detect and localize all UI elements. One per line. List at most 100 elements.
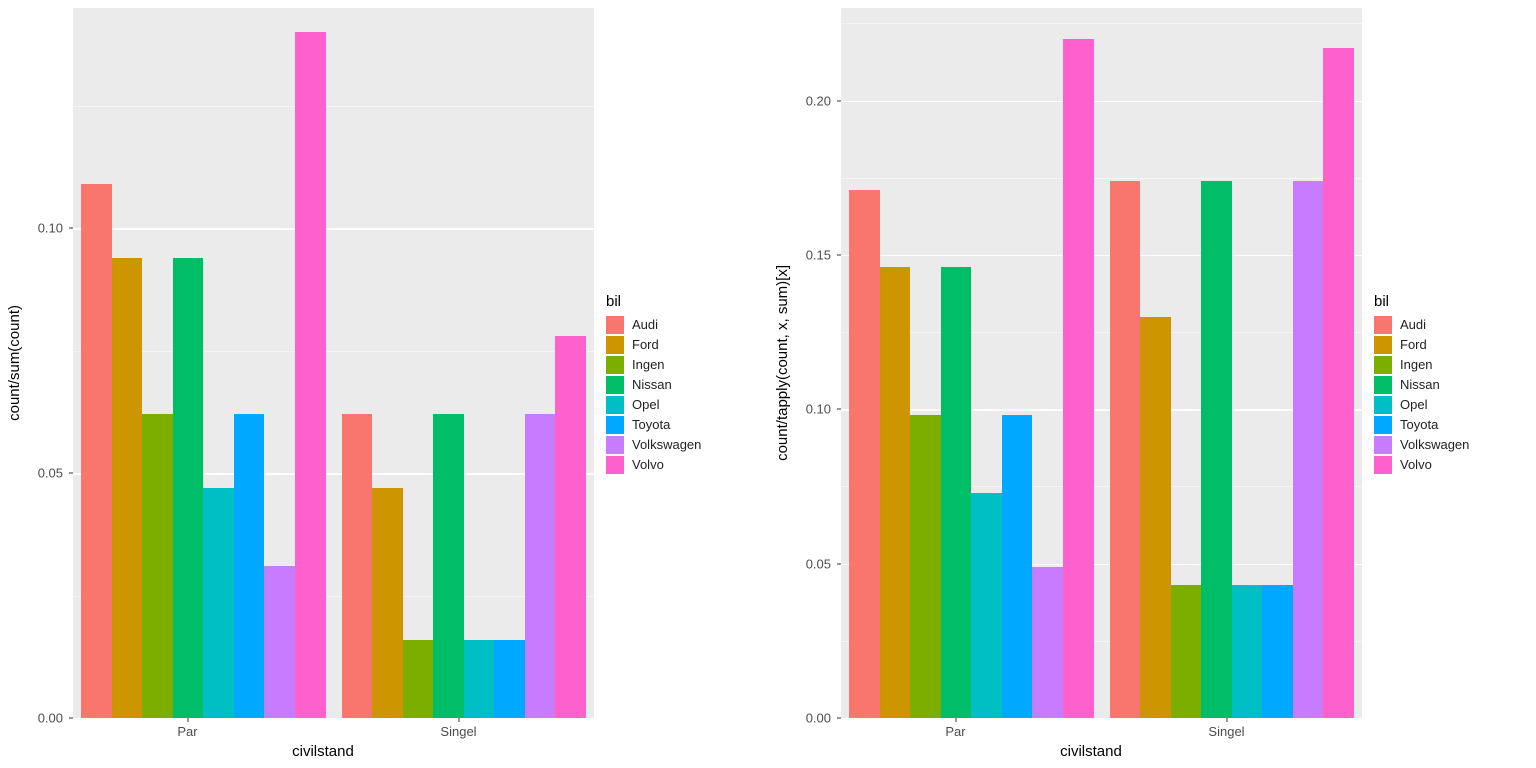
x-axis-title: civilstand xyxy=(52,739,594,760)
y-axis-title: count/tapply(count, x, sum)[x] xyxy=(772,265,793,461)
y-tick: 0.15 xyxy=(806,247,841,262)
bars-layer xyxy=(841,8,1362,718)
panel-left: count/sum(count) 0.000.050.10 ParSingel … xyxy=(0,0,768,768)
y-tick: 0.05 xyxy=(38,466,73,481)
legend: bil Audi Ford Ingen Nissan Opel Toyota Volkswa… xyxy=(594,283,764,486)
bar-volvo xyxy=(555,336,586,718)
legend-label: Volvo xyxy=(1400,457,1432,472)
legend-label: Nissan xyxy=(632,377,672,392)
bar-audi xyxy=(849,190,880,718)
y-tick-label: 0.05 xyxy=(806,556,837,571)
legend-item-opel: Opel xyxy=(1374,396,1528,414)
bar-group xyxy=(841,8,1102,718)
y-tick: 0.05 xyxy=(806,556,841,571)
legend-item-volkswagen: Volkswagen xyxy=(1374,436,1528,454)
bar-audi xyxy=(342,414,373,718)
y-axis-title: count/sum(count) xyxy=(4,305,25,421)
legend-title: bil xyxy=(606,293,760,310)
bar-nissan xyxy=(941,267,972,718)
y-tick-label: 0.10 xyxy=(38,221,69,236)
legend-swatch xyxy=(1374,456,1392,474)
legend-item-ingen: Ingen xyxy=(1374,356,1528,374)
bar-group xyxy=(73,8,334,718)
legend-label: Volkswagen xyxy=(632,437,701,452)
legend-item-toyota: Toyota xyxy=(606,416,760,434)
legend-item-audi: Audi xyxy=(606,316,760,334)
bar-ingen xyxy=(403,640,434,718)
y-tick-label: 0.20 xyxy=(806,93,837,108)
legend-swatch xyxy=(1374,436,1392,454)
legend-label: Opel xyxy=(1400,397,1427,412)
bar-opel xyxy=(464,640,495,718)
x-axis: ParSingel xyxy=(820,718,1362,739)
legend-item-nissan: Nissan xyxy=(606,376,760,394)
legend-label: Toyota xyxy=(1400,417,1438,432)
legend-label: Toyota xyxy=(632,417,670,432)
bar-opel xyxy=(203,488,234,718)
legend-swatch xyxy=(606,336,624,354)
legend-item-ford: Ford xyxy=(1374,336,1528,354)
legend-label: Volkswagen xyxy=(1400,437,1469,452)
bar-toyota xyxy=(1262,585,1293,718)
y-tick-label: 0.10 xyxy=(806,402,837,417)
legend-label: Ingen xyxy=(1400,357,1433,372)
legend-item-ingen: Ingen xyxy=(606,356,760,374)
legend-item-opel: Opel xyxy=(606,396,760,414)
chart-2: count/tapply(count, x, sum)[x] 0.000.050… xyxy=(772,8,1362,760)
legend-label: Ford xyxy=(1400,337,1427,352)
x-axis-title: civilstand xyxy=(820,739,1362,760)
plot-area xyxy=(73,8,594,718)
bar-audi xyxy=(81,184,112,718)
y-tick-label: 0.15 xyxy=(806,247,837,262)
x-tick-label: Par xyxy=(820,718,1091,739)
legend-swatch xyxy=(606,436,624,454)
bar-group xyxy=(334,8,595,718)
legend: bil AudiFordIngenNissanOpelToyotaVolkswa… xyxy=(1362,283,1532,486)
bar-audi xyxy=(1110,181,1141,718)
bar-volkswagen xyxy=(1032,567,1063,718)
legend-swatch xyxy=(1374,336,1392,354)
legend-swatch xyxy=(606,456,624,474)
legend-label: Volvo xyxy=(632,457,664,472)
panel-right: count/tapply(count, x, sum)[x] 0.000.050… xyxy=(768,0,1536,768)
bar-opel xyxy=(1232,585,1263,718)
bar-volvo xyxy=(1323,48,1354,718)
legend-item-ford: Ford xyxy=(606,336,760,354)
bar-volvo xyxy=(295,32,326,718)
bar-nissan xyxy=(433,414,464,718)
x-tick-label: Singel xyxy=(1091,718,1362,739)
legend-item-volvo: Volvo xyxy=(606,456,760,474)
bar-toyota xyxy=(1002,415,1033,718)
y-tick: 0.10 xyxy=(38,221,73,236)
legend-item-audi: Audi xyxy=(1374,316,1528,334)
legend-swatch xyxy=(1374,416,1392,434)
bar-nissan xyxy=(1201,181,1232,718)
bar-volkswagen xyxy=(525,414,556,718)
y-tick: 0.10 xyxy=(806,402,841,417)
plot-area xyxy=(841,8,1362,718)
legend-item-volvo: Volvo xyxy=(1374,456,1528,474)
legend-item-volkswagen: Volkswagen xyxy=(606,436,760,454)
legend-label: Nissan xyxy=(1400,377,1440,392)
x-tick-label: Par xyxy=(52,718,323,739)
y-tick: 0.20 xyxy=(806,93,841,108)
y-axis: 0.000.050.10 xyxy=(25,8,73,718)
legend-swatch xyxy=(1374,356,1392,374)
bar-volvo xyxy=(1063,39,1094,718)
bar-volkswagen xyxy=(264,566,295,718)
bar-ford xyxy=(880,267,911,718)
bar-toyota xyxy=(234,414,265,718)
bar-nissan xyxy=(173,258,204,718)
legend-swatch xyxy=(606,416,624,434)
legend-swatch xyxy=(1374,376,1392,394)
y-tick-label: 0.05 xyxy=(38,466,69,481)
bar-opel xyxy=(971,493,1002,718)
bar-ford xyxy=(372,488,403,718)
bars-layer xyxy=(73,8,594,718)
legend-item-nissan: Nissan xyxy=(1374,376,1528,394)
bar-ingen xyxy=(1171,585,1202,718)
bar-volkswagen xyxy=(1293,181,1324,718)
legend-label: Ingen xyxy=(632,357,665,372)
x-tick-label: Singel xyxy=(323,718,594,739)
legend-item-toyota: Toyota xyxy=(1374,416,1528,434)
